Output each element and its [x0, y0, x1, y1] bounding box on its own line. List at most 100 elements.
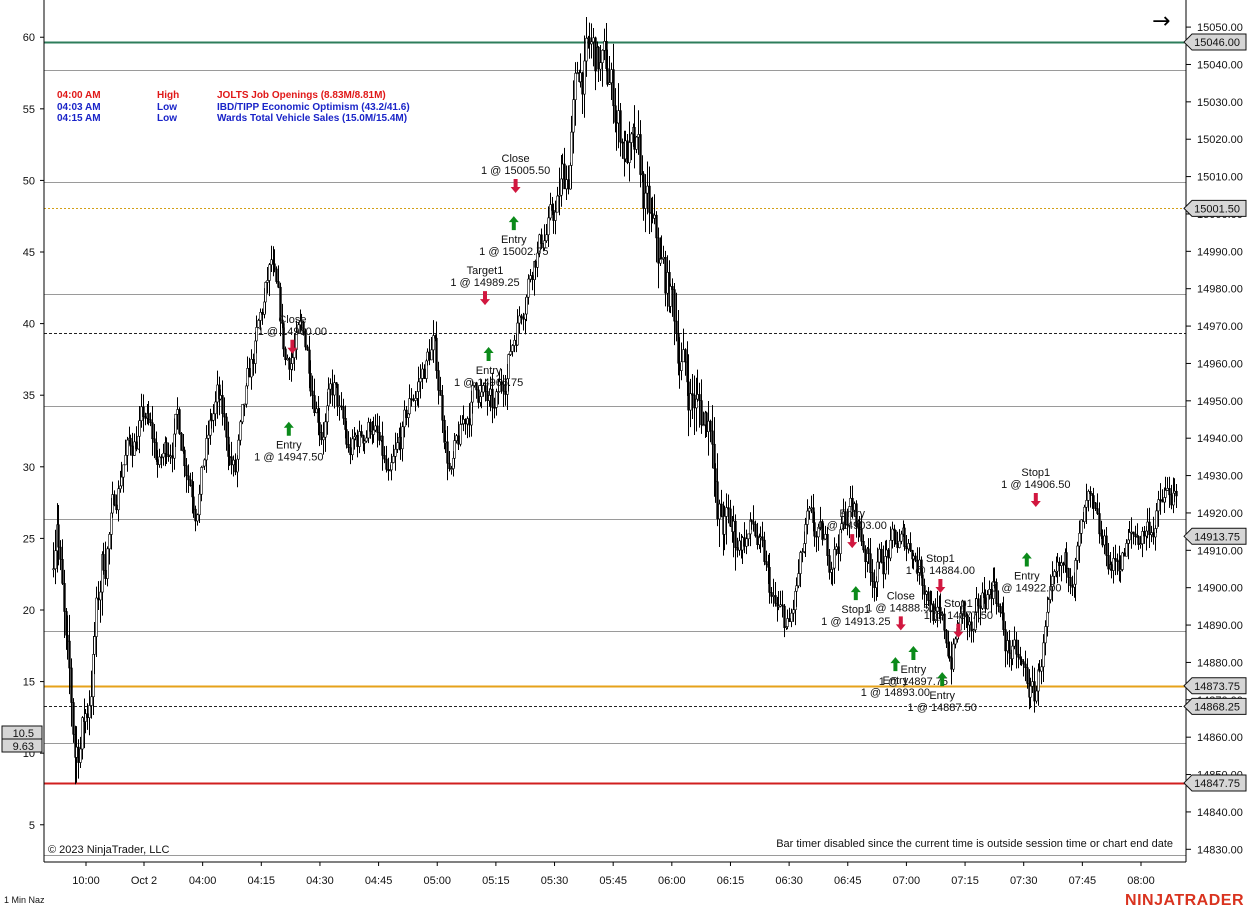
candle-body — [1157, 499, 1160, 512]
candle-body — [925, 591, 928, 595]
x-axis-tick-label: 06:00 — [658, 875, 686, 887]
candle-body — [549, 204, 552, 219]
event-time: 04:15 AM — [57, 113, 101, 124]
candle-body — [657, 237, 660, 264]
candle-body — [412, 399, 415, 401]
trade-price: 1 @ 14877.50 — [924, 610, 993, 622]
candle-body — [219, 395, 222, 400]
candle-body — [1173, 490, 1176, 494]
x-axis-tick-label: 07:45 — [1069, 875, 1097, 887]
candle-body — [761, 536, 764, 541]
right-axis-tick-label: 14860.00 — [1197, 732, 1243, 744]
candle-body — [752, 521, 755, 525]
candle-body — [1071, 585, 1074, 588]
candle-body — [426, 351, 429, 362]
candle-body — [234, 459, 237, 473]
candle-body — [896, 543, 899, 548]
candle-body — [1089, 491, 1092, 494]
price-tag-value: 15046.00 — [1194, 37, 1240, 49]
candle-body — [322, 436, 325, 441]
x-axis-tick-label: 05:15 — [482, 875, 510, 887]
candle-body — [693, 394, 696, 409]
candle-body — [390, 462, 393, 471]
candle-body — [716, 481, 719, 520]
candle-body — [986, 594, 989, 610]
candle-body — [446, 441, 449, 464]
left-axis-tick-label: 60 — [23, 32, 35, 44]
candle-body — [1125, 543, 1128, 557]
candle-body — [788, 618, 791, 622]
candle-body — [75, 746, 78, 758]
candle-body — [1047, 599, 1050, 613]
right-axis-tick-label: 14930.00 — [1197, 471, 1243, 483]
candle-body — [99, 591, 102, 601]
left-tag-value: 10.5 — [13, 728, 34, 740]
price-tag-value: 15001.50 — [1194, 203, 1240, 215]
candle-body — [734, 520, 737, 548]
candle-body — [372, 429, 375, 435]
candle-body — [615, 121, 618, 124]
candle-body — [594, 37, 597, 72]
candle — [903, 524, 906, 551]
candle-body — [927, 591, 930, 601]
candle-body — [680, 361, 683, 371]
candle-body — [376, 425, 379, 433]
right-axis-tick-label: 14980.00 — [1197, 284, 1243, 296]
x-axis-tick-label: 06:45 — [834, 875, 862, 887]
right-axis-tick-label: 14910.00 — [1197, 545, 1243, 557]
candle-body — [1152, 532, 1155, 538]
candle-body — [160, 456, 163, 459]
candle-body — [147, 413, 150, 420]
candle-body — [1105, 535, 1108, 556]
candle-body — [867, 548, 870, 555]
price-chart[interactable]: Close1 @ 14960.00Entry1 @ 14947.50Entry1… — [0, 0, 1247, 909]
candle-body — [185, 465, 188, 477]
candle-body — [603, 41, 606, 51]
right-axis-tick-label: 15020.00 — [1197, 134, 1243, 146]
candle-body — [126, 439, 129, 456]
candle-body — [878, 548, 881, 563]
event-impact: Low — [157, 102, 177, 113]
chart-background — [0, 0, 1247, 909]
candle-body — [205, 438, 208, 461]
right-axis-tick-label: 15050.00 — [1197, 22, 1243, 34]
candle-body — [192, 496, 195, 510]
candle-body — [882, 561, 885, 575]
arrow-right-icon[interactable]: → — [1152, 9, 1170, 34]
right-axis-tick-label: 14830.00 — [1197, 844, 1243, 856]
candle-body — [169, 455, 172, 458]
candle-body — [529, 275, 532, 280]
candle-body — [1132, 531, 1135, 535]
candle-body — [95, 597, 98, 637]
candle-body — [360, 431, 363, 436]
candle-body — [493, 407, 496, 409]
x-axis-tick-label: 10:00 — [72, 875, 100, 887]
candle-body — [1042, 642, 1045, 668]
candle-body — [264, 282, 267, 303]
candle-body — [1056, 561, 1059, 572]
x-axis-tick-label: 05:30 — [541, 875, 569, 887]
candle-body — [786, 618, 789, 627]
candle-body — [576, 72, 579, 74]
candle-body — [54, 550, 57, 570]
candle-body — [561, 163, 564, 180]
candle-body — [135, 441, 138, 450]
candle-body — [1029, 685, 1032, 698]
candle-body — [419, 378, 422, 383]
candle-body — [709, 420, 712, 432]
candle-body — [108, 534, 111, 550]
candle-body — [1037, 669, 1040, 692]
candle-body — [727, 507, 730, 510]
right-axis-tick-label: 14960.00 — [1197, 358, 1243, 370]
candle-body — [1168, 488, 1171, 496]
candle-body — [1033, 681, 1036, 702]
candle-body — [212, 413, 215, 421]
candle-body — [453, 440, 456, 459]
right-axis-tick-label: 14990.00 — [1197, 246, 1243, 258]
candle-body — [216, 384, 219, 403]
candle-body — [228, 456, 231, 458]
candle-body — [329, 383, 332, 390]
candle-body — [1098, 513, 1101, 535]
candle-body — [702, 424, 705, 427]
trade-label: Close — [502, 153, 530, 165]
